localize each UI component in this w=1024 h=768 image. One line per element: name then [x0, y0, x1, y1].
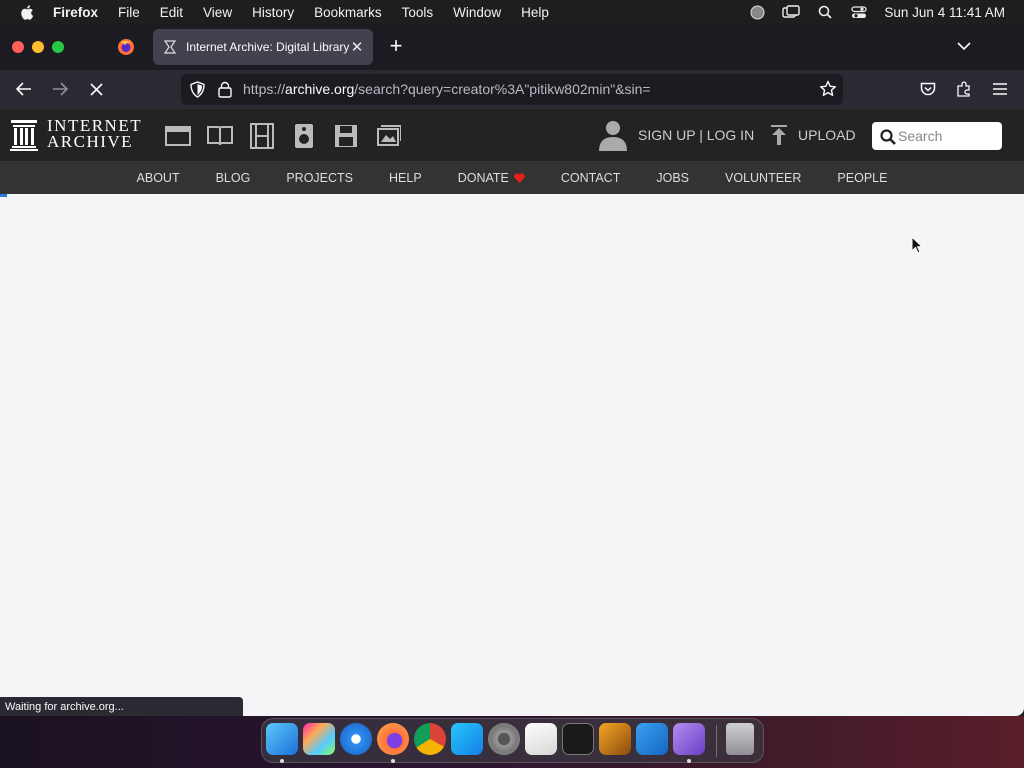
menu-bookmarks[interactable]: Bookmarks	[314, 5, 382, 20]
macos-menu-bar: Firefox File Edit View History Bookmarks…	[0, 0, 1024, 24]
menu-file[interactable]: File	[118, 5, 140, 20]
extensions-icon[interactable]	[954, 79, 974, 99]
window-close-button[interactable]	[12, 41, 24, 53]
running-indicator	[391, 759, 395, 763]
menu-tools[interactable]: Tools	[402, 5, 434, 20]
archive-search-box[interactable]	[872, 122, 1002, 150]
system-settings-icon[interactable]	[488, 723, 520, 755]
menu-view[interactable]: View	[203, 5, 232, 20]
archive-logo-icon[interactable]	[10, 120, 38, 151]
menu-app-name[interactable]: Firefox	[53, 5, 98, 20]
nav-donate-label: DONATE	[457, 170, 509, 185]
pocket-icon[interactable]	[918, 79, 938, 99]
safari-icon[interactable]	[340, 723, 372, 755]
dock-separator	[716, 725, 717, 757]
signup-login-link[interactable]: SIGN UP | LOG IN	[638, 127, 754, 143]
nav-help[interactable]: HELP	[389, 171, 422, 185]
audio-speaker-icon[interactable]	[291, 123, 317, 149]
visual-studio-icon[interactable]	[673, 723, 705, 755]
images-icon[interactable]	[375, 123, 401, 149]
lock-icon[interactable]	[218, 81, 232, 98]
window-minimize-button[interactable]	[32, 41, 44, 53]
archive-top-bar: INTERNET ARCHIVE SIGN UP | LOG IN UPLOAD	[0, 109, 1024, 161]
browser-tab-strip: Internet Archive: Digital Library ✕ +	[0, 24, 1024, 70]
spotlight-search-icon[interactable]	[816, 5, 834, 19]
menu-edit[interactable]: Edit	[160, 5, 183, 20]
textedit-icon[interactable]	[525, 723, 557, 755]
garageband-icon[interactable]	[599, 723, 631, 755]
finder-icon[interactable]	[266, 723, 298, 755]
nav-jobs[interactable]: JOBS	[656, 171, 689, 185]
apple-menu-icon[interactable]	[19, 4, 36, 21]
search-input[interactable]	[898, 126, 996, 146]
upload-link[interactable]: UPLOAD	[798, 127, 856, 143]
chrome-icon[interactable]	[414, 723, 446, 755]
nav-volunteer[interactable]: VOLUNTEER	[725, 171, 801, 185]
bookmark-star-icon[interactable]	[819, 80, 837, 98]
app-store-icon[interactable]	[451, 723, 483, 755]
upload-icon[interactable]	[770, 125, 788, 145]
tracking-protection-shield-icon[interactable]	[189, 81, 206, 98]
account-user-icon[interactable]	[598, 119, 628, 151]
active-tab[interactable]: Internet Archive: Digital Library ✕	[153, 29, 373, 65]
nav-blog[interactable]: BLOG	[216, 171, 251, 185]
new-tab-icon[interactable]: +	[386, 35, 406, 57]
web-archive-icon[interactable]	[165, 123, 191, 149]
window-zoom-button[interactable]	[52, 41, 64, 53]
running-indicator	[280, 759, 284, 763]
hamburger-menu-icon[interactable]	[990, 79, 1010, 99]
archive-favicon-icon	[163, 40, 177, 54]
tab-title: Internet Archive: Digital Library	[186, 40, 349, 54]
menu-window[interactable]: Window	[453, 5, 501, 20]
chevron-down-icon[interactable]	[956, 38, 972, 54]
macos-dock	[261, 718, 764, 763]
launchpad-icon[interactable]	[303, 723, 335, 755]
software-floppy-icon[interactable]	[333, 123, 359, 149]
forward-arrow-icon[interactable]	[50, 79, 70, 99]
screen-recording-icon[interactable]	[748, 5, 766, 19]
archive-logo-text[interactable]: INTERNET ARCHIVE	[47, 117, 142, 151]
back-arrow-icon[interactable]	[14, 79, 34, 99]
nav-contact[interactable]: CONTACT	[561, 171, 621, 185]
logo-line-2: ARCHIVE	[47, 132, 134, 151]
page-load-progress-bar	[0, 194, 7, 197]
status-bar: Waiting for archive.org...	[0, 697, 243, 717]
trash-icon[interactable]	[726, 723, 754, 755]
screen-mirroring-icon[interactable]	[782, 5, 801, 19]
terminal-icon[interactable]	[562, 723, 594, 755]
page-content-area: Waiting for archive.org...	[0, 194, 1024, 717]
search-icon[interactable]	[880, 129, 896, 145]
nav-donate[interactable]: DONATE	[458, 171, 525, 185]
menu-help[interactable]: Help	[521, 5, 549, 20]
nav-about[interactable]: ABOUT	[137, 171, 180, 185]
running-indicator	[687, 759, 691, 763]
firefox-icon[interactable]	[377, 723, 409, 755]
nav-projects[interactable]: PROJECTS	[286, 171, 353, 185]
control-center-icon[interactable]	[850, 5, 868, 19]
archive-nav-bar: ABOUT BLOG PROJECTS HELP DONATE CONTACT …	[0, 161, 1024, 194]
mouse-pointer-icon	[911, 236, 923, 254]
texts-book-icon[interactable]	[207, 123, 233, 149]
menu-clock[interactable]: Sun Jun 4 11:41 AM	[884, 5, 1005, 20]
stop-loading-icon[interactable]	[86, 79, 106, 99]
browser-nav-toolbar: https://archive.org/search?query=creator…	[0, 70, 1024, 109]
menu-history[interactable]: History	[252, 5, 294, 20]
heart-icon	[514, 172, 525, 183]
url-bar[interactable]: https://archive.org/search?query=creator…	[181, 74, 843, 105]
nav-people[interactable]: PEOPLE	[837, 171, 887, 185]
video-film-icon[interactable]	[249, 123, 275, 149]
vscode-icon[interactable]	[636, 723, 668, 755]
url-text[interactable]: https://archive.org/search?query=creator…	[243, 81, 651, 97]
firefox-view-icon[interactable]	[117, 38, 135, 56]
tab-close-icon[interactable]: ✕	[349, 38, 365, 56]
